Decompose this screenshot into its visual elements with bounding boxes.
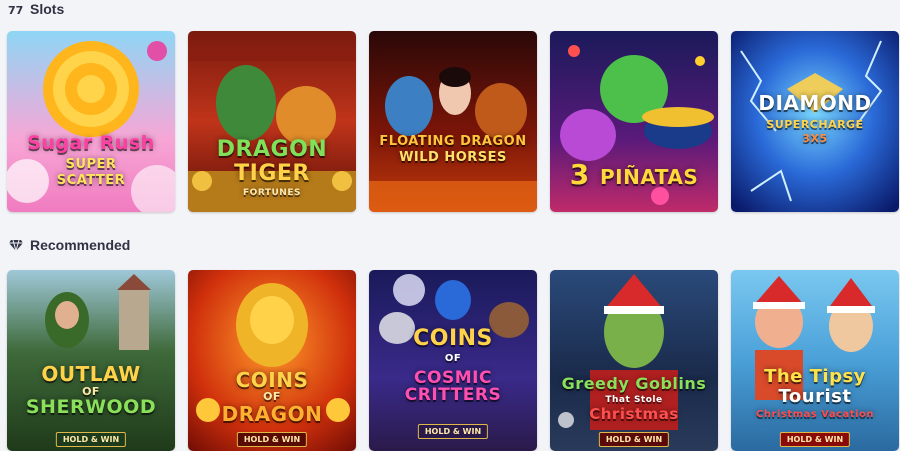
game-title: Sugar Rush xyxy=(27,132,155,154)
game-subtitle: COSMIC CRITTERS xyxy=(404,368,502,405)
section-header-recommended: Recommended xyxy=(8,236,130,254)
game-title: OUTLAW xyxy=(41,362,141,386)
game-subtitle: SCATTER xyxy=(56,173,126,188)
section-title: Slots xyxy=(30,1,65,17)
game-subtitle: Christmas xyxy=(589,405,679,423)
game-subtitle: 3X5 xyxy=(802,132,828,145)
game-title-word: PIÑATAS xyxy=(599,165,699,189)
game-subtitle: SUPERCHARGE xyxy=(766,118,864,131)
section-header-slots: 77 Slots xyxy=(8,0,64,18)
section-title: Recommended xyxy=(30,237,131,253)
recommended-row: OUTLAW OF SHERWOOD HOLD & WIN COINS OF D… xyxy=(7,270,899,451)
game-title: FLOATING DRAGON xyxy=(379,134,527,149)
game-tile-3-pinatas[interactable]: 3 PIÑATAS xyxy=(550,31,718,212)
svg-text:77: 77 xyxy=(8,4,23,17)
game-title: DRAGON xyxy=(216,137,328,162)
game-subtitle: OF xyxy=(444,353,462,364)
game-title: COINS xyxy=(235,368,309,392)
game-tile-coins-of-dragon[interactable]: COINS OF DRAGON HOLD & WIN xyxy=(188,270,356,451)
diamond-icon xyxy=(9,239,23,253)
game-tile-dragon-tiger[interactable]: DRAGON TIGER FORTUNES xyxy=(188,31,356,212)
game-tile-outlaw-of-sherwood[interactable]: OUTLAW OF SHERWOOD HOLD & WIN xyxy=(7,270,175,451)
game-title: 3 PIÑATAS xyxy=(554,161,714,189)
game-tile-the-tipsy-tourist[interactable]: The Tipsy Tourist Christmas Vacation HOL… xyxy=(731,270,899,451)
game-title: Greedy Goblins xyxy=(561,374,707,393)
game-title: DIAMOND xyxy=(758,91,872,115)
game-subtitle: FORTUNES xyxy=(243,188,301,198)
hold-and-win-badge: HOLD & WIN xyxy=(417,424,489,439)
slots-row: Sugar Rush SUPER SCATTER DRAGON TIGER FO… xyxy=(7,31,899,212)
game-subtitle: Christmas Vacation xyxy=(756,409,874,420)
game-tile-diamond-supercharge[interactable]: DIAMOND SUPERCHARGE 3X5 xyxy=(731,31,899,212)
game-subtitle: WILD HORSES xyxy=(399,150,507,165)
game-tile-sugar-rush[interactable]: Sugar Rush SUPER SCATTER xyxy=(7,31,175,212)
game-tile-floating-dragon[interactable]: FLOATING DRAGON WILD HORSES xyxy=(369,31,537,212)
game-tile-greedy-goblins[interactable]: Greedy Goblins That Stole Christmas HOLD… xyxy=(550,270,718,451)
game-subtitle: That Stole xyxy=(605,395,663,405)
game-subtitle: TIGER xyxy=(234,161,310,186)
hold-and-win-badge: HOLD & WIN xyxy=(779,432,851,447)
game-subtitle: SUPER xyxy=(65,157,117,172)
hold-and-win-badge: HOLD & WIN xyxy=(55,432,127,447)
game-tile-coins-of-cosmic-critters[interactable]: COINS OF COSMIC CRITTERS HOLD & WIN xyxy=(369,270,537,451)
game-subtitle: Tourist xyxy=(778,386,852,407)
game-subtitle: DRAGON xyxy=(221,402,323,426)
game-subtitle: SHERWOOD xyxy=(25,396,157,418)
game-subtitle: OF xyxy=(263,390,281,403)
hold-and-win-badge: HOLD & WIN xyxy=(236,432,308,447)
slot-machine-icon: 77 xyxy=(8,4,23,17)
game-title: The Tipsy xyxy=(764,366,866,387)
game-title: COINS xyxy=(413,326,493,351)
game-title-number: 3 xyxy=(569,158,590,191)
hold-and-win-badge: HOLD & WIN xyxy=(598,432,670,447)
